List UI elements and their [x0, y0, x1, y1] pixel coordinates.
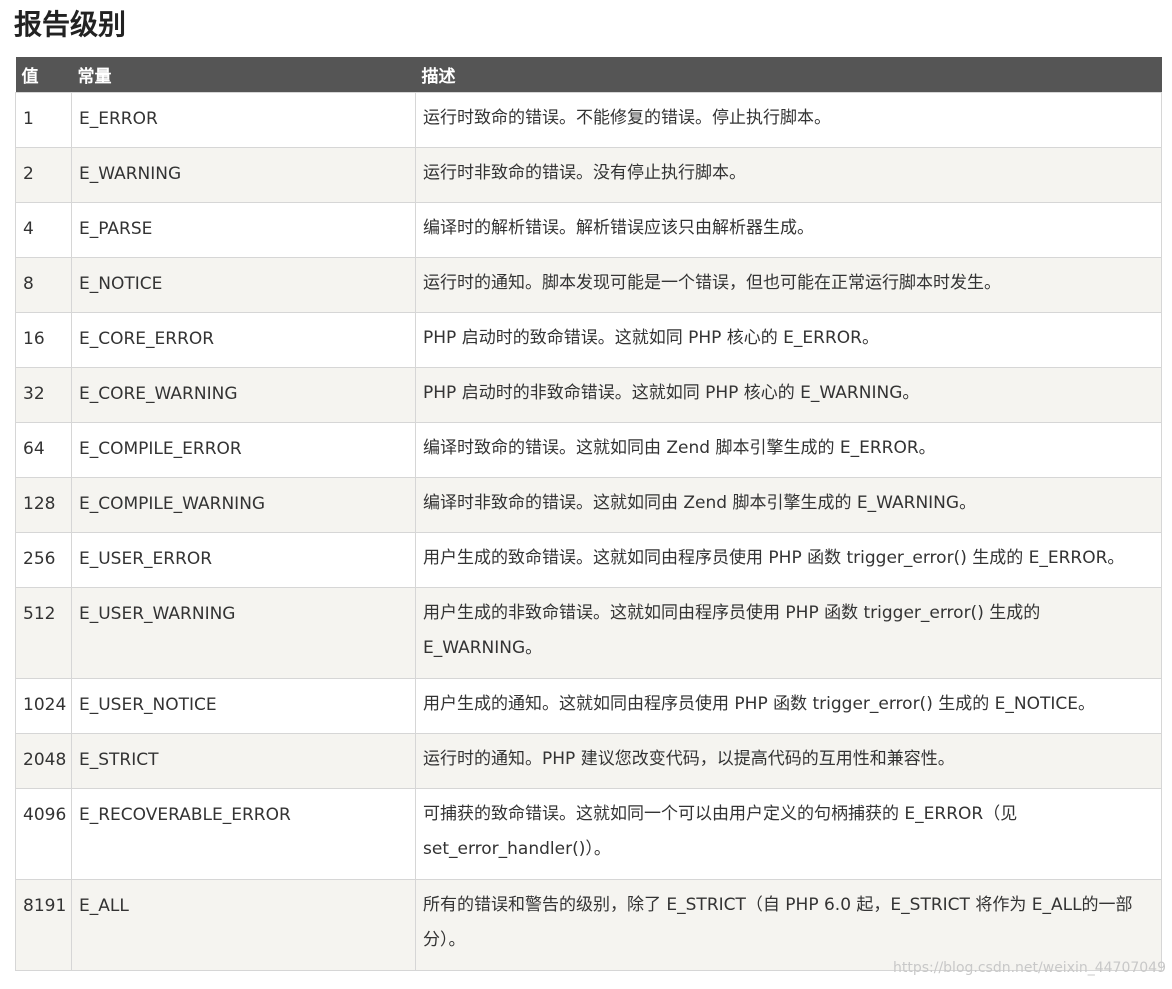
cell-description: PHP 启动时的非致命错误。这就如同 PHP 核心的 E_WARNING。	[415, 367, 1162, 423]
cell-constant: E_CORE_WARNING	[71, 367, 416, 423]
cell-description: 编译时致命的错误。这就如同由 Zend 脚本引擎生成的 E_ERROR。	[415, 422, 1162, 478]
table-header: 值 常量 描述	[15, 57, 1162, 93]
table-row: 1024 E_USER_NOTICE 用户生成的通知。这就如同由程序员使用 PH…	[15, 678, 1162, 734]
cell-constant: E_USER_WARNING	[71, 587, 416, 679]
cell-description: PHP 启动时的致命错误。这就如同 PHP 核心的 E_ERROR。	[415, 312, 1162, 368]
cell-constant: E_USER_NOTICE	[71, 678, 416, 734]
cell-constant: E_COMPILE_ERROR	[71, 422, 416, 478]
cell-value: 1024	[15, 678, 72, 734]
page-title: 报告级别	[14, 8, 127, 41]
cell-description: 所有的错误和警告的级别，除了 E_STRICT（自 PHP 6.0 起，E_ST…	[415, 879, 1162, 971]
cell-value: 1	[15, 92, 72, 148]
cell-value: 4	[15, 202, 72, 258]
table-row: 256 E_USER_ERROR 用户生成的致命错误。这就如同由程序员使用 PH…	[15, 532, 1162, 588]
header-description: 描述	[415, 57, 1162, 93]
table-row: 2 E_WARNING 运行时非致命的错误。没有停止执行脚本。	[15, 147, 1162, 203]
cell-constant: E_NOTICE	[71, 257, 416, 313]
cell-description: 用户生成的非致命错误。这就如同由程序员使用 PHP 函数 trigger_err…	[415, 587, 1162, 679]
cell-description: 用户生成的致命错误。这就如同由程序员使用 PHP 函数 trigger_erro…	[415, 532, 1162, 588]
header-constant: 常量	[71, 57, 416, 93]
watermark: https://blog.csdn.net/weixin_44707049	[892, 960, 1166, 976]
cell-value: 2048	[15, 733, 72, 789]
table-row: 1 E_ERROR 运行时致命的错误。不能修复的错误。停止执行脚本。	[15, 92, 1162, 148]
cell-value: 32	[15, 367, 72, 423]
cell-value: 16	[15, 312, 72, 368]
cell-constant: E_STRICT	[71, 733, 416, 789]
cell-constant: E_PARSE	[71, 202, 416, 258]
table-body: 1 E_ERROR 运行时致命的错误。不能修复的错误。停止执行脚本。 2 E_W…	[15, 92, 1162, 971]
header-value: 值	[15, 57, 72, 93]
report-levels-table: 值 常量 描述 1 E_ERROR 运行时致命的错误。不能修复的错误。停止执行脚…	[15, 57, 1162, 971]
cell-value: 128	[15, 477, 72, 533]
cell-description: 编译时的解析错误。解析错误应该只由解析器生成。	[415, 202, 1162, 258]
table-row: 8 E_NOTICE 运行时的通知。脚本发现可能是一个错误，但也可能在正常运行脚…	[15, 257, 1162, 313]
cell-constant: E_ALL	[71, 879, 416, 971]
cell-description: 编译时非致命的错误。这就如同由 Zend 脚本引擎生成的 E_WARNING。	[415, 477, 1162, 533]
cell-description: 运行时非致命的错误。没有停止执行脚本。	[415, 147, 1162, 203]
table-row: 16 E_CORE_ERROR PHP 启动时的致命错误。这就如同 PHP 核心…	[15, 312, 1162, 368]
cell-value: 4096	[15, 788, 72, 880]
cell-constant: E_WARNING	[71, 147, 416, 203]
cell-description: 运行时的通知。PHP 建议您改变代码，以提高代码的互用性和兼容性。	[415, 733, 1162, 789]
cell-value: 256	[15, 532, 72, 588]
cell-value: 8	[15, 257, 72, 313]
cell-description: 用户生成的通知。这就如同由程序员使用 PHP 函数 trigger_error(…	[415, 678, 1162, 734]
cell-constant: E_COMPILE_WARNING	[71, 477, 416, 533]
cell-value: 8191	[15, 879, 72, 971]
cell-description: 运行时致命的错误。不能修复的错误。停止执行脚本。	[415, 92, 1162, 148]
cell-constant: E_ERROR	[71, 92, 416, 148]
cell-constant: E_RECOVERABLE_ERROR	[71, 788, 416, 880]
cell-constant: E_CORE_ERROR	[71, 312, 416, 368]
cell-value: 512	[15, 587, 72, 679]
table-row: 64 E_COMPILE_ERROR 编译时致命的错误。这就如同由 Zend 脚…	[15, 422, 1162, 478]
table-row: 2048 E_STRICT 运行时的通知。PHP 建议您改变代码，以提高代码的互…	[15, 733, 1162, 789]
table-row: 512 E_USER_WARNING 用户生成的非致命错误。这就如同由程序员使用…	[15, 587, 1162, 679]
header-row: 值 常量 描述	[15, 57, 1162, 93]
cell-description: 运行时的通知。脚本发现可能是一个错误，但也可能在正常运行脚本时发生。	[415, 257, 1162, 313]
table-row: 4096 E_RECOVERABLE_ERROR 可捕获的致命错误。这就如同一个…	[15, 788, 1162, 880]
cell-value: 64	[15, 422, 72, 478]
cell-value: 2	[15, 147, 72, 203]
table-row: 8191 E_ALL 所有的错误和警告的级别，除了 E_STRICT（自 PHP…	[15, 879, 1162, 971]
table-row: 32 E_CORE_WARNING PHP 启动时的非致命错误。这就如同 PHP…	[15, 367, 1162, 423]
table-row: 128 E_COMPILE_WARNING 编译时非致命的错误。这就如同由 Ze…	[15, 477, 1162, 533]
cell-constant: E_USER_ERROR	[71, 532, 416, 588]
table-row: 4 E_PARSE 编译时的解析错误。解析错误应该只由解析器生成。	[15, 202, 1162, 258]
cell-description: 可捕获的致命错误。这就如同一个可以由用户定义的句柄捕获的 E_ERROR（见 s…	[415, 788, 1162, 880]
